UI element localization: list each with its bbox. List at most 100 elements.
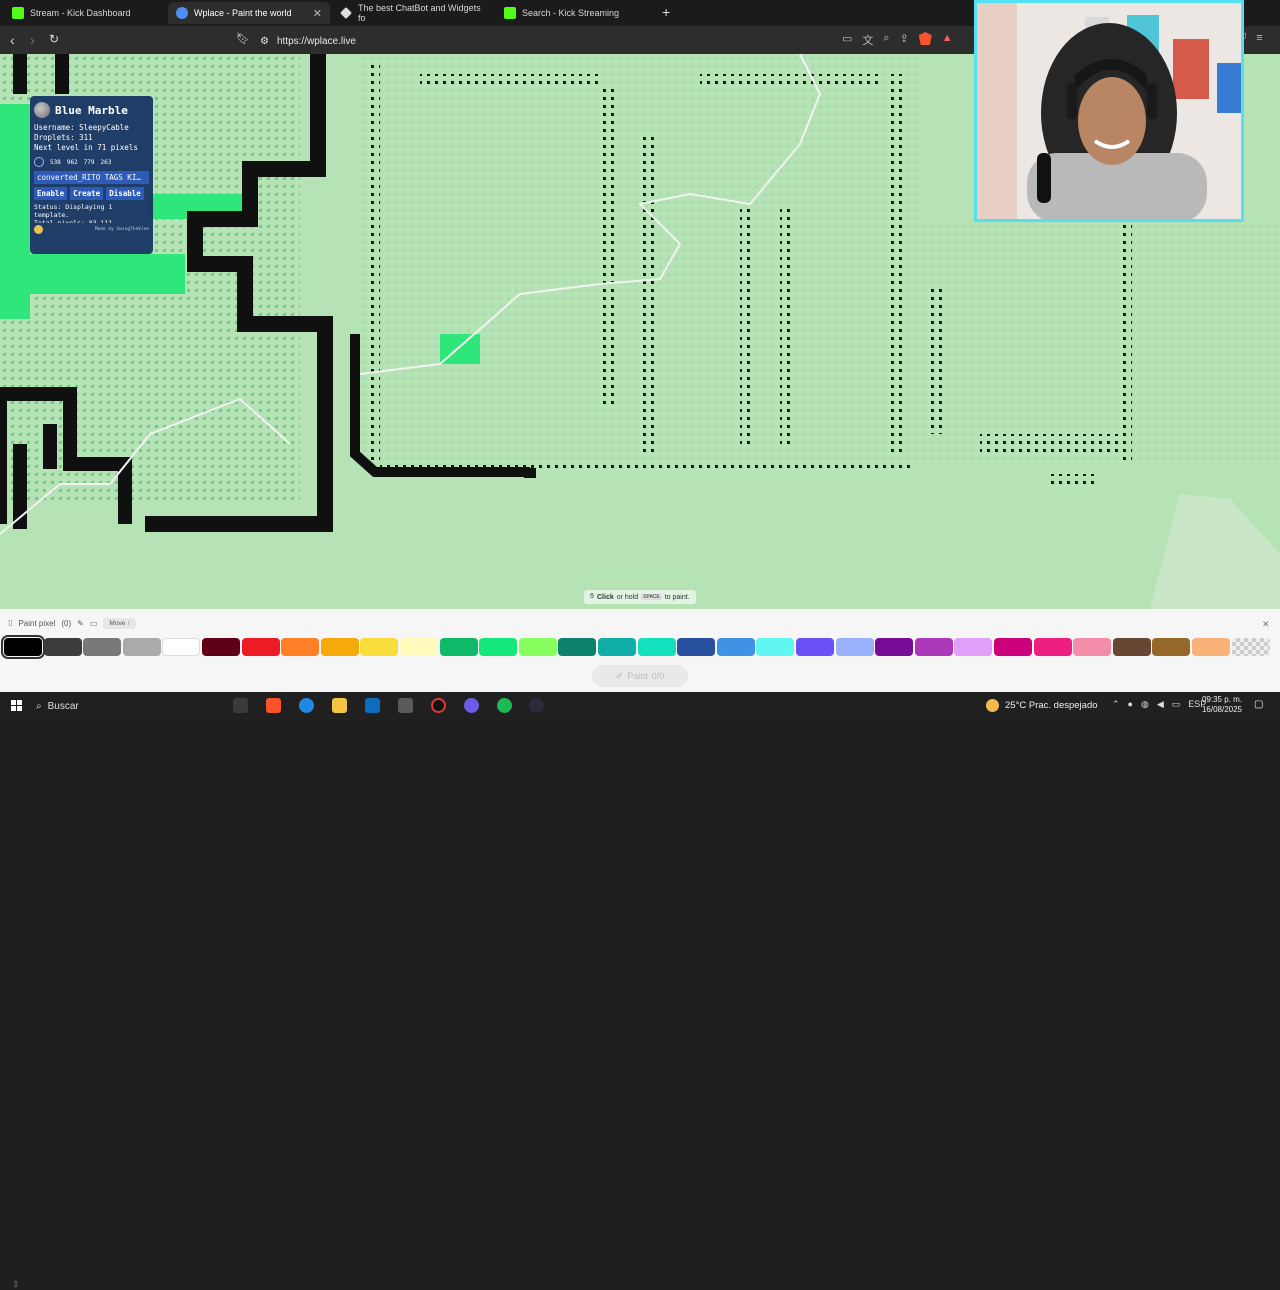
hint-key: SPACE [641,594,662,600]
coord-pixel-y[interactable]: 263 [101,159,112,166]
coord-pixel-x[interactable]: 779 [84,159,95,166]
coord-tile-x[interactable]: 538 [50,159,61,166]
back-icon[interactable]: ‹ [10,32,15,48]
brush-icon: ✐ [615,670,624,681]
color-swatch[interactable] [756,638,795,656]
color-swatch[interactable] [875,638,914,656]
color-swatch[interactable] [320,638,359,656]
obs-icon[interactable] [431,698,446,713]
tab-kick-search[interactable]: Search - Kick Streaming [496,2,658,24]
mic-icon[interactable]: ● [1128,699,1133,710]
tab-title: The best ChatBot and Widgets fo [358,3,481,23]
color-swatch[interactable] [518,638,557,656]
pencil-icon[interactable]: ✎ [77,619,84,628]
store-icon[interactable] [398,698,413,713]
discord-icon[interactable] [464,698,479,713]
color-swatch[interactable] [558,638,597,656]
color-swatch[interactable] [241,638,280,656]
color-swatch[interactable] [637,638,676,656]
coord-tile-y[interactable]: 962 [67,159,78,166]
edge-icon[interactable] [299,698,314,713]
color-swatch[interactable] [598,638,636,656]
translate-icon[interactable]: 文 [862,32,873,48]
color-swatch[interactable] [439,638,478,656]
pin-icon[interactable] [34,157,44,167]
color-swatch[interactable] [1112,638,1151,656]
spotify-icon[interactable] [497,698,512,713]
network-icon[interactable]: ◍ [1141,699,1149,710]
color-swatch[interactable] [162,638,201,656]
paint-button[interactable]: ✐ Paint 0/0 [592,665,688,687]
move-button[interactable]: Move ↑ [103,618,137,629]
app-icon[interactable] [529,698,544,713]
color-swatch[interactable] [796,638,834,656]
url-field[interactable]: ⚙︎ https://wplace.live [260,32,860,50]
color-swatch[interactable] [281,638,320,656]
color-swatch[interactable] [716,638,755,656]
close-palette-icon[interactable]: ✕ [1262,619,1270,630]
notification-icon[interactable]: ▢ [1254,699,1263,710]
color-swatch[interactable] [1192,638,1230,656]
color-swatch[interactable] [677,638,716,656]
color-swatch[interactable] [1,635,45,659]
color-swatch[interactable] [1073,638,1112,656]
color-swatch[interactable] [1033,638,1072,656]
color-swatch[interactable] [43,638,82,656]
eraser-icon[interactable]: ▭ [90,619,98,628]
color-swatch[interactable] [835,638,874,656]
color-swatch[interactable] [400,638,438,656]
color-swatch[interactable] [360,638,399,656]
blue-marble-header[interactable]: Blue Marble [34,102,149,118]
new-tab-icon[interactable]: + [662,4,670,20]
brave-shields-icon[interactable] [918,32,932,45]
disable-button[interactable]: Disable [106,187,144,200]
drag-handle-icon[interactable]: ⁞⁞ [8,619,12,628]
file-explorer-icon[interactable] [332,698,347,713]
forward-icon[interactable]: › [30,32,35,48]
tab-kick-dashboard[interactable]: Stream - Kick Dashboard [4,2,166,24]
color-swatch[interactable] [914,638,953,656]
blue-marble-panel[interactable]: Blue Marble Username: SleepyCable Drople… [30,96,153,254]
clock[interactable]: 09:35 p. m. 16/08/2025 [1200,695,1242,715]
battery-icon[interactable]: ▭ [1172,699,1181,710]
share-icon[interactable]: ⇪ [900,32,909,48]
tab-chatbot[interactable]: The best ChatBot and Widgets fo [332,2,492,24]
color-swatch[interactable] [1152,638,1191,656]
color-swatch[interactable] [83,638,122,656]
tab-wplace[interactable]: Wplace - Paint the world ✕ [168,2,330,24]
expand-icon[interactable]: ⇕ [12,1279,20,1290]
color-swatch[interactable] [994,638,1032,656]
volume-icon[interactable]: ◀ [1157,699,1164,710]
wplace-icon [176,7,188,19]
task-view-icon[interactable] [233,698,248,713]
taskbar-search[interactable]: ⌕ Buscar [36,697,226,715]
outlook-icon[interactable] [365,698,380,713]
enable-button[interactable]: Enable [34,187,68,200]
color-swatch[interactable] [954,638,993,656]
weather-widget[interactable]: 25°C Prac. despejado [986,699,1098,712]
tab-title: Stream - Kick Dashboard [30,8,131,18]
color-swatch[interactable] [479,638,518,656]
color-swatch[interactable] [202,638,240,656]
create-button[interactable]: Create [70,187,104,200]
cursor-icon: ✋︎ [590,593,594,600]
template-file-button[interactable]: converted_RITO TAGS KI… [34,171,149,184]
color-swatch[interactable] [1231,638,1270,656]
globe-icon [34,102,50,118]
install-icon[interactable]: ▭ [842,32,852,48]
reload-icon[interactable]: ↻ [49,32,59,46]
warning-icon[interactable]: ▲ [942,32,953,48]
badge-icon [34,225,43,234]
bookmark-icon[interactable]: 🔖︎ [236,32,250,45]
color-swatch[interactable] [122,638,161,656]
zoom-icon[interactable]: ⌕ [883,32,889,48]
address-tools: ▭ 文 ⌕ ⇪ ▲ [842,32,953,48]
kick-icon [504,7,516,19]
paint-button-label: Paint [627,671,648,681]
brave-icon[interactable] [266,698,281,713]
site-info-icon[interactable]: ⚙︎ [260,36,269,47]
close-tab-icon[interactable]: ✕ [313,7,322,20]
menu-icon[interactable]: ≡ [1256,32,1262,45]
chevron-up-icon[interactable]: ⌃ [1112,699,1120,710]
windows-start-icon[interactable] [11,700,22,711]
